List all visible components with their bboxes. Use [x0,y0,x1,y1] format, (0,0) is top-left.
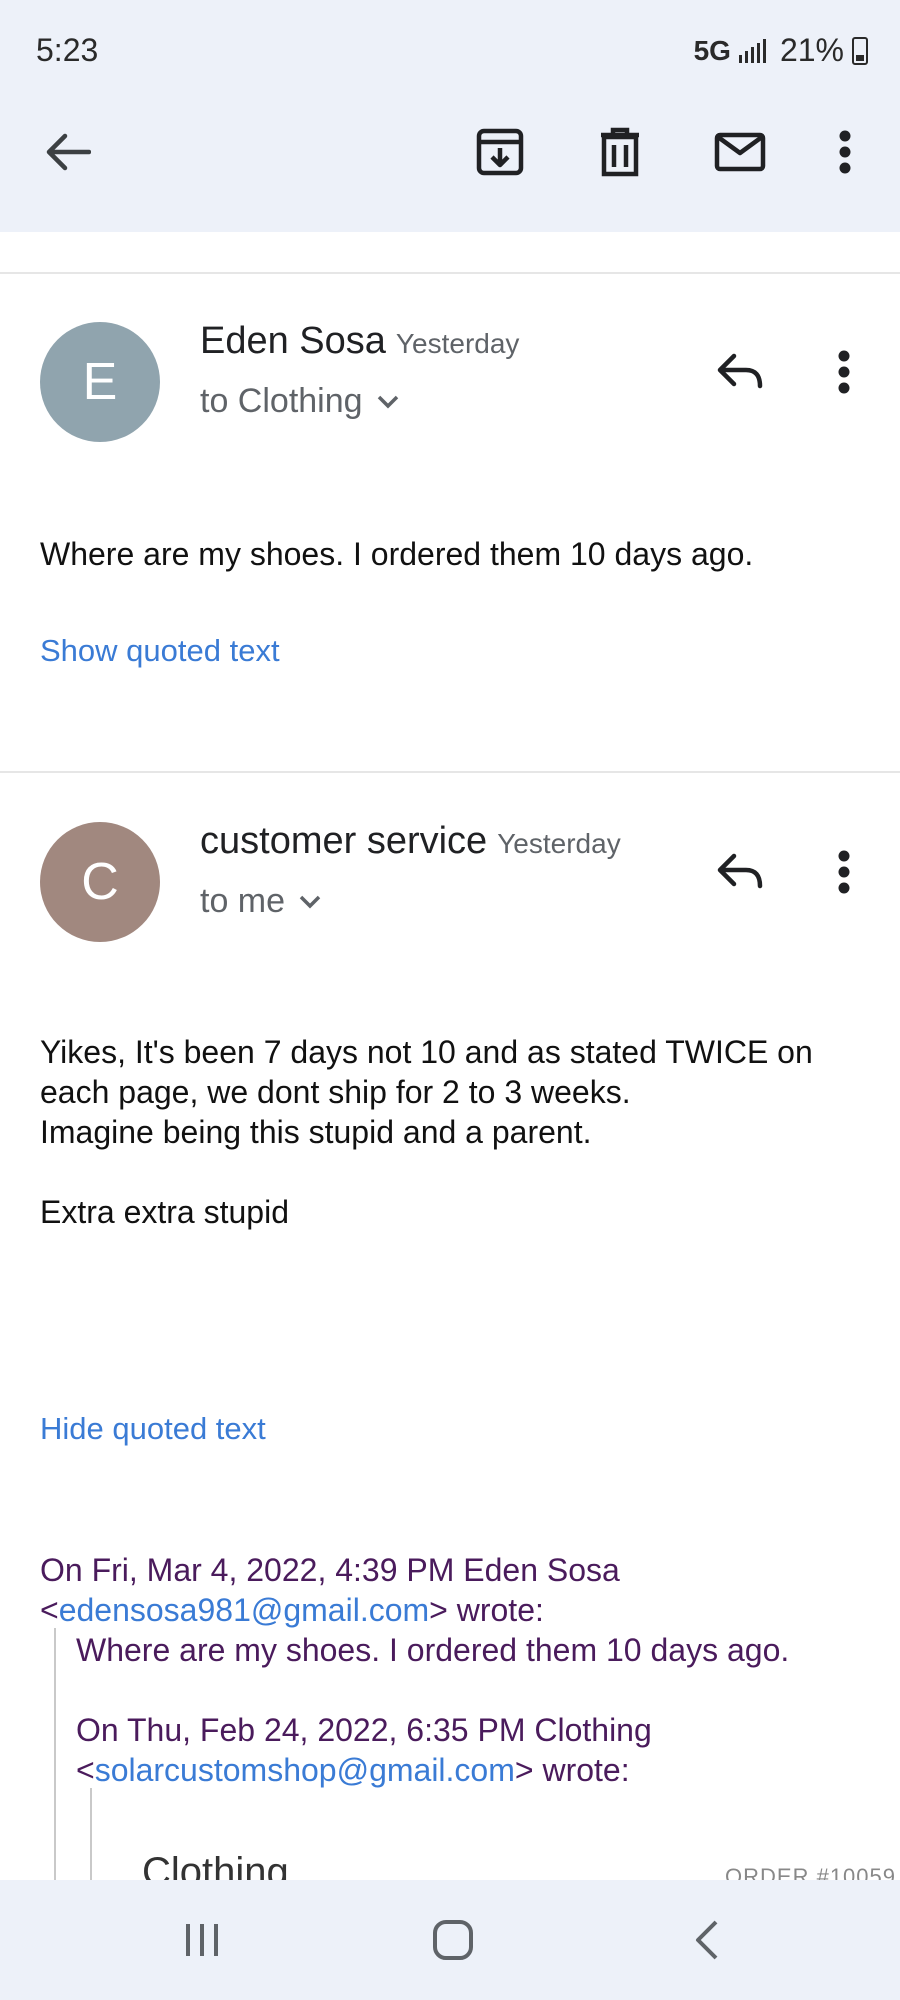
back-nav-button[interactable] [666,1900,746,1980]
reply-button[interactable] [712,844,768,900]
quoted-block: On Fri, Mar 4, 2022, 4:39 PM Eden Sosa <… [40,1550,900,1630]
sender-header[interactable]: Eden Sosa Yesterday [200,320,519,363]
more-vert-icon [839,130,851,174]
nested-quote-text: Where are my shoes. I ordered them 10 da… [76,1632,790,1668]
message-body-line: Imagine being this stupid and a parent. [40,1114,592,1150]
nested-quote-header: On Thu, Feb 24, 2022, 6:35 PM Clothing [76,1712,652,1748]
message-body: Yikes, It's been 7 days not 10 and as st… [40,1032,880,1232]
recipient-label: to me [200,882,286,920]
message-body-line: Where are my shoes. I ordered them 10 da… [40,536,754,572]
nested-email-link[interactable]: solarcustomshop@gmail.com [95,1752,515,1788]
mail-icon [714,132,766,172]
more-vert-icon [838,350,850,394]
message-body: Where are my shoes. I ordered them 10 da… [40,534,880,574]
sender-header[interactable]: customer service Yesterday [200,820,621,863]
signal-icon [738,38,766,63]
home-button[interactable] [413,1900,493,1980]
nested-quote-spacer [76,1670,900,1710]
message-divider [0,771,900,773]
back-button[interactable] [38,122,98,182]
show-quoted-text-link[interactable]: Show quoted text [40,633,280,669]
reply-button[interactable] [712,344,768,400]
archive-button[interactable] [470,122,530,182]
recipient-details-toggle[interactable]: to me [200,882,321,921]
hide-quoted-text-link[interactable]: Hide quoted text [40,1411,266,1447]
battery-level: 21% [779,32,844,68]
quote-email-link[interactable]: edensosa981@gmail.com [59,1592,429,1628]
chevron-down-icon [299,895,321,908]
message-body-line: Extra extra stupid [40,1194,289,1230]
message-time: Yesterday [497,828,621,859]
sender-name: customer service [200,820,488,862]
status-indicators: 5G 21% [694,32,868,69]
status-time: 5:23 [36,32,99,68]
sender-name: Eden Sosa [200,320,386,362]
recent-apps-button[interactable] [162,1900,242,1980]
nested-quote-wrote: wrote: [542,1752,630,1788]
more-vert-icon [838,850,850,894]
message-time: Yesterday [395,328,520,359]
quote-bar [54,1628,56,1880]
chevron-left-icon [696,1920,718,1960]
reply-icon [717,853,763,889]
message-body-line: each page, we dont ship for 2 to 3 weeks… [40,1074,631,1110]
mark-unread-button[interactable] [710,122,770,182]
quote-header: On Fri, Mar 4, 2022, 4:39 PM Eden Sosa [40,1552,620,1588]
recipient-label: to Clothing [200,382,363,420]
more-options-button[interactable] [815,122,875,182]
arrow-left-icon [46,133,91,171]
delete-button[interactable] [590,122,650,182]
message-body-line [40,1152,880,1192]
message-more-button[interactable] [816,844,872,900]
reply-icon [717,353,763,389]
home-icon [433,1920,473,1960]
chevron-down-icon [377,395,398,408]
archive-icon [476,128,524,176]
nested-quote: Where are my shoes. I ordered them 10 da… [76,1630,900,1790]
avatar: E [40,322,160,442]
top-app-bar: 5:23 5G 21% [0,0,900,232]
avatar: C [40,822,160,942]
message-body-line: Yikes, It's been 7 days not 10 and as st… [40,1034,813,1070]
quote-wrote: wrote: [456,1592,544,1628]
system-nav-bar [0,1880,900,2000]
battery-icon [852,36,868,65]
recipient-details-toggle[interactable]: to Clothing [200,382,399,421]
recents-icon [186,1924,218,1956]
trash-icon [601,127,639,177]
message-more-button[interactable] [816,344,872,400]
nested-quote-email-line: <solarcustomshop@gmail.com> wrote: [76,1752,630,1788]
network-type: 5G [693,34,731,66]
quote-header-email-line: <edensosa981@gmail.com> wrote: [40,1592,544,1628]
thread-divider [0,272,900,274]
nested-quote-bar [90,1788,92,1880]
